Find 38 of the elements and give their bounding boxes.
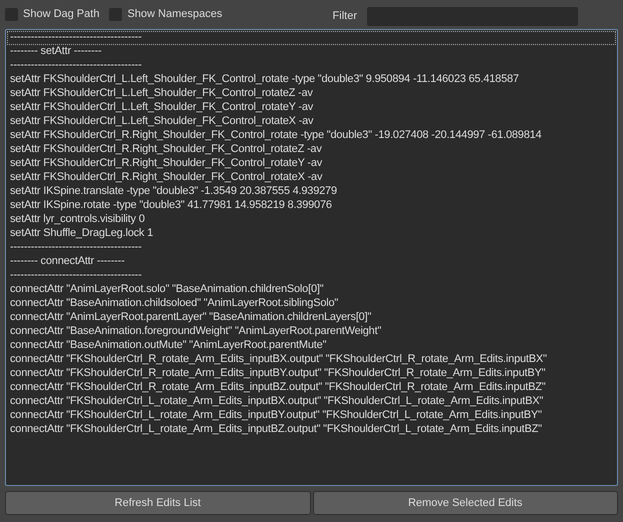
- edit-list-item[interactable]: connectAttr "AnimLayerRoot.solo" "BaseAnimation.childrenSolo[0]": [7, 283, 616, 297]
- edit-list-item[interactable]: setAttr FKShoulderCtrl_L.Left_Shoulder_FK_Control_rotateY -av: [7, 101, 616, 115]
- option-checkbox[interactable]: Show Namespaces: [109, 6, 222, 23]
- action-button[interactable]: Refresh Edits List: [5, 491, 310, 515]
- edit-list-item[interactable]: --------------------------------------: [7, 59, 616, 73]
- edit-list-item[interactable]: connectAttr "AnimLayerRoot.parentLayer" "BaseAnimation.childrenLayers[0]": [7, 311, 616, 325]
- edit-list-item[interactable]: setAttr lyr_controls.visibility 0: [7, 213, 616, 227]
- edit-list-item[interactable]: -------- connectAttr --------: [7, 255, 616, 269]
- edit-list-item[interactable]: connectAttr "BaseAnimation.childsoloed" "AnimLayerRoot.siblingSolo": [7, 297, 616, 311]
- edit-list-item[interactable]: connectAttr "FKShoulderCtrl_R_rotate_Arm_Edits_inputBZ.output" "FKShoulderCtrl_R_rotate_Arm_Edits.inputBZ": [7, 381, 616, 395]
- edit-list-item[interactable]: connectAttr "BaseAnimation.outMute" "AnimLayerRoot.parentMute": [7, 339, 616, 353]
- edit-list-item[interactable]: --------------------------------------: [7, 241, 616, 255]
- edit-list-item[interactable]: -------- setAttr --------: [7, 45, 616, 59]
- edit-list-item[interactable]: setAttr IKSpine.rotate -type "double3" 41.77981 14.958219 8.399076: [7, 199, 616, 213]
- option-checkbox[interactable]: Show Dag Path: [5, 6, 100, 23]
- edit-list-item[interactable]: setAttr FKShoulderCtrl_R.Right_Shoulder_FK_Control_rotateY -av: [7, 157, 616, 171]
- edit-list-item[interactable]: setAttr Shuffle_DragLeg.lock 1: [7, 227, 616, 241]
- edit-list-item[interactable]: setAttr FKShoulderCtrl_L.Left_Shoulder_FK_Control_rotateX -av: [7, 115, 616, 129]
- checkbox[interactable]: [109, 8, 122, 21]
- edit-list-item[interactable]: --------------------------------------: [7, 31, 616, 45]
- edit-list-item[interactable]: connectAttr "FKShoulderCtrl_L_rotate_Arm_Edits_inputBZ.output" "FKShoulderCtrl_L_rotate_Arm_Edits.inputBZ": [7, 423, 616, 437]
- filter-label: Filter: [332, 8, 357, 24]
- edit-list-item[interactable]: connectAttr "FKShoulderCtrl_L_rotate_Arm_Edits_inputBY.output" "FKShoulderCtrl_L_rotate_Arm_Edits.inputBY": [7, 409, 616, 423]
- edit-list-item[interactable]: --------------------------------------: [7, 269, 616, 283]
- edit-list-item[interactable]: connectAttr "FKShoulderCtrl_L_rotate_Arm_Edits_inputBX.output" "FKShoulderCtrl_L_rotate_Arm_Edits.inputBX": [7, 395, 616, 409]
- checkbox[interactable]: [5, 8, 18, 21]
- edit-list-item[interactable]: setAttr FKShoulderCtrl_R.Right_Shoulder_FK_Control_rotateZ -av: [7, 143, 616, 157]
- edit-list-item[interactable]: setAttr IKSpine.translate -type "double3" -1.3549 20.387555 4.939279: [7, 185, 616, 199]
- edit-list-item[interactable]: setAttr FKShoulderCtrl_L.Left_Shoulder_FK_Control_rotate -type "double3" 9.950894 -11.146023 65.418587: [7, 73, 616, 87]
- action-button[interactable]: Remove Selected Edits: [312, 491, 618, 515]
- filter-field[interactable]: [367, 6, 578, 26]
- edit-list-item[interactable]: setAttr FKShoulderCtrl_L.Left_Shoulder_FK_Control_rotateZ -av: [7, 87, 616, 101]
- edit-list-item[interactable]: setAttr FKShoulderCtrl_R.Right_Shoulder_FK_Control_rotateX -av: [7, 171, 616, 185]
- edits-list[interactable]: [5, 29, 618, 486]
- edit-list-item[interactable]: connectAttr "FKShoulderCtrl_R_rotate_Arm_Edits_inputBY.output" "FKShoulderCtrl_R_rotate_Arm_Edits.inputBY": [7, 367, 616, 381]
- edit-list-item[interactable]: connectAttr "BaseAnimation.foregroundWeight" "AnimLayerRoot.parentWeight": [7, 325, 616, 339]
- edit-list-item[interactable]: connectAttr "FKShoulderCtrl_R_rotate_Arm_Edits_inputBX.output" "FKShoulderCtrl_R_rotate_Arm_Edits.inputBX": [7, 353, 616, 367]
- edit-list-item[interactable]: setAttr FKShoulderCtrl_R.Right_Shoulder_FK_Control_rotate -type "double3" -19.027408 -20.144997 -61.089814: [7, 129, 616, 143]
